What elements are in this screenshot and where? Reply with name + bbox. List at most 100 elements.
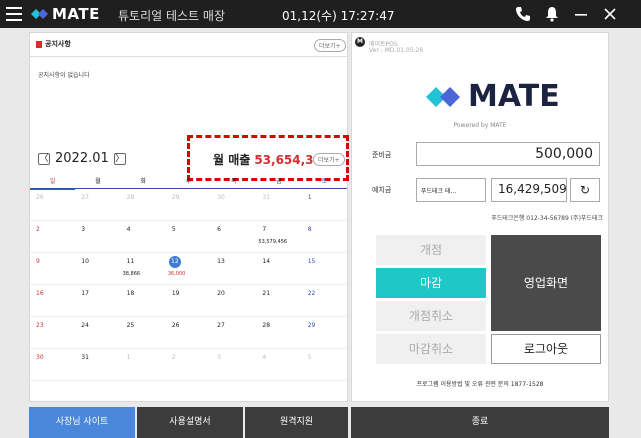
weekday-header: 일월화수목금토 <box>30 175 347 190</box>
prev-month-button[interactable]: 〈 <box>38 152 50 165</box>
day-number: 14 <box>262 258 271 265</box>
operations-panel: M 메이트POS Ver : MD.01.05.26 MATE Powered … <box>351 32 609 402</box>
logout-button[interactable]: 로그아웃 <box>491 334 601 364</box>
day-number: 30 <box>217 194 225 201</box>
calendar-day[interactable]: 27 <box>75 189 120 220</box>
calendar-day[interactable]: 23 <box>30 317 75 348</box>
calendar-day[interactable]: 9 <box>30 253 75 284</box>
calendar-day[interactable]: 2 <box>30 221 75 252</box>
remote-support-button[interactable]: 원격지원 <box>245 407 348 438</box>
calendar-day[interactable]: 29 <box>302 317 347 348</box>
calendar-day[interactable]: 10 <box>75 253 120 284</box>
day-number: 20 <box>217 290 225 297</box>
calendar-day[interactable]: 8 <box>302 221 347 252</box>
calendar-day[interactable]: 31 <box>256 189 301 220</box>
day-sales-amount: 53,579,456 <box>258 239 288 245</box>
reserve-amount-field[interactable]: 500,000 <box>416 142 600 166</box>
calendar-day[interactable]: 30 <box>211 189 256 220</box>
cancel-open-button[interactable]: 개점취소 <box>376 301 486 331</box>
calendar-day[interactable]: 20 <box>211 285 256 316</box>
app-version: Ver : MD.01.05.26 <box>369 47 424 54</box>
next-month-button[interactable]: 〉 <box>113 152 126 165</box>
calendar-day[interactable]: 22 <box>302 285 347 316</box>
day-number: 3 <box>81 226 86 233</box>
calendar-day[interactable]: 29 <box>166 189 211 220</box>
calendar-day[interactable]: 18 <box>121 285 166 316</box>
day-number: 1 <box>126 354 131 361</box>
calendar-day[interactable]: 26 <box>166 317 211 348</box>
calendar-day[interactable]: 13 <box>211 253 256 284</box>
day-number: 6 <box>217 226 221 233</box>
calendar-day[interactable]: 6 <box>211 221 256 252</box>
deposit-amount-field[interactable]: 16,429,509 <box>491 178 567 202</box>
notice-more-button[interactable]: 더보기+ <box>314 39 346 52</box>
calendar-week-row: 9 10 11 38,866 12 36,000 13 14 15 <box>30 253 347 285</box>
refresh-icon[interactable]: ↻ <box>570 178 600 202</box>
calendar-day[interactable]: 26 <box>30 189 75 220</box>
calendar-day[interactable]: 30 <box>30 349 75 380</box>
open-button[interactable]: 개점 <box>376 235 486 265</box>
bell-icon[interactable] <box>543 5 561 23</box>
phone-icon[interactable] <box>514 5 532 23</box>
reserve-label: 준비금 <box>372 151 392 159</box>
calendar-day[interactable]: 17 <box>75 285 120 316</box>
calendar-day-today[interactable]: 12 36,000 <box>166 253 211 284</box>
day-number: 29 <box>171 194 180 201</box>
day-sales-amount: 36,000 <box>167 271 186 277</box>
calendar-day[interactable]: 25 <box>121 317 166 348</box>
calendar-day[interactable]: 7 53,579,456 <box>256 221 301 252</box>
calendar-day[interactable]: 2 <box>166 349 211 380</box>
close-icon[interactable] <box>601 5 619 23</box>
owner-site-button[interactable]: 사장님 사이트 <box>29 407 135 438</box>
weekday-label: 수 <box>185 178 192 185</box>
calendar-day[interactable]: 24 <box>75 317 120 348</box>
calendar-day[interactable]: 3 <box>211 349 256 380</box>
sales-screen-button[interactable]: 영업화면 <box>491 235 601 331</box>
menu-icon[interactable] <box>6 5 22 23</box>
calendar-day[interactable]: 27 <box>211 317 256 348</box>
day-number: 31 <box>262 194 271 201</box>
sales-more-button[interactable]: 더보기+ <box>313 153 345 166</box>
divider <box>30 56 347 57</box>
day-number: 2 <box>36 226 40 233</box>
close-button[interactable]: 마감 <box>376 268 486 298</box>
calendar-day[interactable]: 5 <box>166 221 211 252</box>
calendar-day[interactable]: 14 <box>256 253 301 284</box>
day-number: 3 <box>217 354 221 361</box>
day-number: 13 <box>217 258 225 265</box>
minimize-icon[interactable] <box>572 5 590 23</box>
manual-button[interactable]: 사용설명서 <box>137 407 243 438</box>
notice-header: 공지사항 <box>36 39 71 49</box>
deposit-label: 예치금 <box>372 186 392 194</box>
bank-select-button[interactable]: 푸드테크 테... <box>416 178 486 202</box>
weekday-label: 목 <box>231 178 237 185</box>
weekday-label: 토 <box>321 178 328 185</box>
calendar-day[interactable]: 19 <box>166 285 211 316</box>
cancel-close-button[interactable]: 마감취소 <box>376 334 486 364</box>
day-number: 31 <box>81 354 89 361</box>
mate-logo-icon <box>31 9 48 19</box>
calendar-day[interactable]: 28 <box>256 317 301 348</box>
calendar-day[interactable]: 1 <box>302 189 347 220</box>
calendar-day[interactable]: 4 <box>121 221 166 252</box>
calendar-day[interactable]: 5 <box>302 349 347 380</box>
calendar-day[interactable]: 21 <box>256 285 301 316</box>
mate-logo-icon <box>426 86 460 107</box>
day-number: 30 <box>36 354 44 361</box>
day-number: 17 <box>81 290 89 297</box>
weekday-label: 월 <box>95 178 101 185</box>
calendar-day[interactable]: 15 <box>302 253 347 284</box>
calendar-week-row: 2 3 4 5 6 7 53,579,456 8 <box>30 221 347 253</box>
calendar-day[interactable]: 1 <box>121 349 166 380</box>
calendar-day[interactable]: 11 38,866 <box>121 253 166 284</box>
month-navigator: 〈 2022.01 〉 <box>38 151 126 166</box>
calendar-week-row: 23 24 25 26 27 28 29 <box>30 317 347 349</box>
calendar-day[interactable]: 3 <box>75 221 120 252</box>
exit-button[interactable]: 종료 <box>351 407 609 438</box>
title-bar: MATE 튜토리얼 테스트 매장 01,12(수) 17:27:47 <box>0 0 641 28</box>
calendar-day[interactable]: 31 <box>75 349 120 380</box>
calendar-day[interactable]: 4 <box>256 349 301 380</box>
calendar-day[interactable]: 16 <box>30 285 75 316</box>
calendar-day[interactable]: 28 <box>121 189 166 220</box>
calendar-week-row: 26 27 28 29 30 31 1 <box>30 189 347 221</box>
